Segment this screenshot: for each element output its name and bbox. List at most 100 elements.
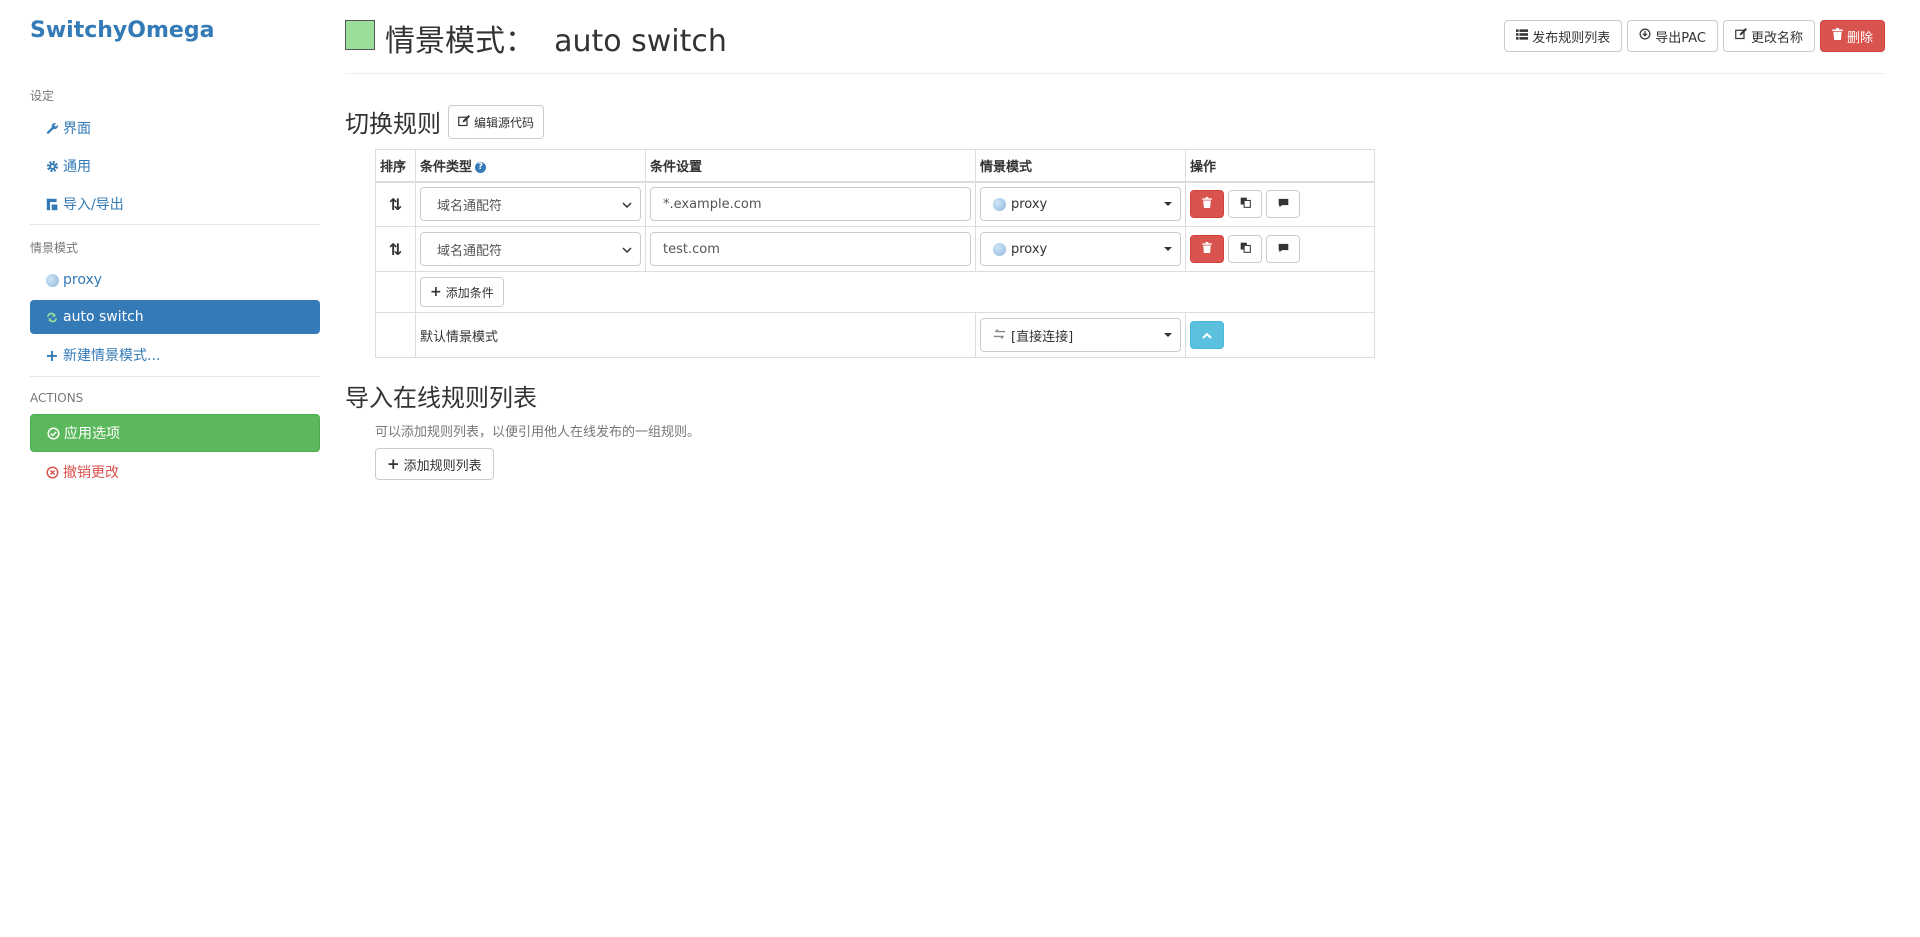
collapse-button[interactable] [1190, 321, 1224, 349]
default-profile-dropdown[interactable]: [直接连接] [980, 318, 1181, 352]
condition-input[interactable]: *.example.com [650, 187, 971, 222]
rename-label: 更改名称 [1750, 30, 1803, 46]
help-icon[interactable]: ? [475, 161, 487, 173]
apply-options-label: 应用选项 [64, 426, 120, 442]
clone-rule-button[interactable] [1228, 190, 1262, 219]
switch-rules-title: 切换规则 [345, 110, 441, 138]
divider [30, 376, 320, 377]
comment-rule-button[interactable] [1266, 235, 1300, 263]
gear-icon [44, 160, 60, 173]
result-profile-value: proxy [1011, 196, 1048, 212]
clone-rule-button[interactable] [1228, 235, 1262, 263]
sidebar-item-proxy[interactable]: proxy [30, 263, 320, 297]
sidebar-item-label: 界面 [63, 121, 91, 137]
default-profile-value: [直接连接] [1011, 329, 1074, 345]
delete-button[interactable]: 删除 [1819, 20, 1885, 52]
delete-rule-button[interactable] [1190, 190, 1224, 219]
trash-icon [1832, 28, 1843, 44]
direct-connection-icon [993, 328, 1006, 343]
sidebar-item-import-export[interactable]: 导入/导出 [30, 187, 320, 221]
edit-icon [1735, 28, 1747, 44]
edit-source-code-button[interactable]: 编辑源代码 [448, 105, 545, 139]
profile-color-swatch[interactable] [345, 20, 375, 50]
plus-icon: + [430, 284, 442, 300]
publish-rule-list-button[interactable]: 发布规则列表 [1504, 20, 1623, 52]
edit-icon [458, 114, 470, 130]
condition-input[interactable]: test.com [650, 232, 971, 266]
caret-down-icon [1164, 333, 1172, 337]
profiles-header: 情景模式 [30, 241, 79, 255]
add-condition-button[interactable]: + 添加条件 [420, 277, 504, 307]
col-sort: 排序 [375, 149, 416, 183]
header-actions: 发布规则列表 导出PAC 更改名称 删除 [1504, 20, 1885, 52]
comment-icon [1278, 242, 1289, 257]
trash-icon [1202, 196, 1212, 212]
publish-label: 发布规则列表 [1532, 30, 1611, 46]
table-row: ⇅ 域名通配符 *.example.com proxy [375, 181, 1375, 227]
switch-rules-table: 排序 条件类型? 条件设置 情景模式 操作 ⇅ 域名通配符 *.example.… [375, 149, 1375, 358]
sidebar-item-interface[interactable]: 界面 [30, 111, 320, 145]
divider [30, 224, 320, 225]
condition-type-select[interactable]: 域名通配符 [420, 232, 641, 266]
globe-icon [993, 242, 1006, 256]
plus-icon: + [45, 345, 59, 365]
col-actions: 操作 [1185, 149, 1375, 183]
discard-changes-button[interactable]: 撤销更改 [30, 455, 320, 489]
col-condition: 条件设置 [645, 149, 976, 183]
sort-handle[interactable]: ⇅ [375, 181, 416, 227]
result-profile-dropdown[interactable]: proxy [980, 187, 1181, 222]
list-icon [1516, 28, 1529, 44]
result-profile-value: proxy [1011, 241, 1048, 257]
import-export-icon [44, 198, 60, 211]
export-pac-button[interactable]: 导出PAC [1627, 20, 1718, 52]
brand-logo[interactable]: SwitchyOmega [30, 18, 214, 43]
col-condition-type: 条件类型? [415, 149, 646, 183]
sidebar-item-label: proxy [63, 272, 103, 288]
copy-icon [1240, 197, 1251, 212]
refresh-icon [44, 311, 60, 324]
new-profile-label: 新建情景模式... [63, 348, 161, 364]
comment-rule-button[interactable] [1266, 190, 1300, 219]
page-title: 情景模式： auto switch [385, 24, 727, 59]
sidebar-item-auto-switch[interactable]: auto switch [30, 300, 320, 334]
sort-icon: ⇅ [388, 194, 403, 214]
col-profile: 情景模式 [975, 149, 1186, 183]
globe-icon [993, 197, 1006, 211]
settings-header: 设定 [30, 89, 55, 103]
globe-icon [44, 273, 60, 287]
condition-type-select[interactable]: 域名通配符 [420, 187, 641, 222]
rename-button[interactable]: 更改名称 [1722, 20, 1815, 52]
add-condition-row: + 添加条件 [375, 271, 1375, 313]
result-profile-dropdown[interactable]: proxy [980, 232, 1181, 266]
download-icon [1639, 28, 1651, 44]
check-circle-icon [45, 426, 61, 440]
sidebar-item-label: 导入/导出 [63, 197, 124, 213]
chevron-up-icon [1202, 328, 1212, 343]
sidebar-item-general[interactable]: 通用 [30, 149, 320, 183]
chevron-down-icon [622, 243, 632, 256]
close-circle-icon [44, 465, 60, 479]
apply-options-button[interactable]: 应用选项 [30, 414, 320, 452]
default-profile-row: 默认情景模式 [直接连接] [375, 312, 1375, 358]
col-condition-type-label: 条件类型 [420, 159, 473, 175]
export-pac-label: 导出PAC [1655, 30, 1706, 46]
new-profile-button[interactable]: + 新建情景模式... [30, 338, 320, 372]
plus-icon: + [387, 455, 400, 473]
sort-icon: ⇅ [388, 239, 403, 259]
delete-rule-button[interactable] [1190, 235, 1224, 263]
sidebar: SwitchyOmega 设定 界面 通用 导入/导出 情景模式 proxy a… [0, 0, 330, 937]
add-rule-list-button[interactable]: + 添加规则列表 [375, 448, 494, 480]
sort-handle[interactable]: ⇅ [375, 226, 416, 272]
caret-down-icon [1164, 247, 1172, 251]
caret-down-icon [1164, 202, 1172, 207]
actions-header: ACTIONS [30, 391, 84, 405]
edit-source-label: 编辑源代码 [474, 115, 535, 130]
default-profile-label: 默认情景模式 [415, 312, 976, 358]
wrench-icon [44, 122, 60, 135]
discard-changes-label: 撤销更改 [63, 465, 119, 481]
condition-type-value: 域名通配符 [437, 198, 503, 214]
comment-icon [1278, 197, 1289, 212]
page-header: 情景模式： auto switch 发布规则列表 导出PAC 更改名称 删除 [345, 18, 1885, 74]
trash-icon [1202, 241, 1212, 257]
condition-type-value: 域名通配符 [437, 243, 503, 259]
